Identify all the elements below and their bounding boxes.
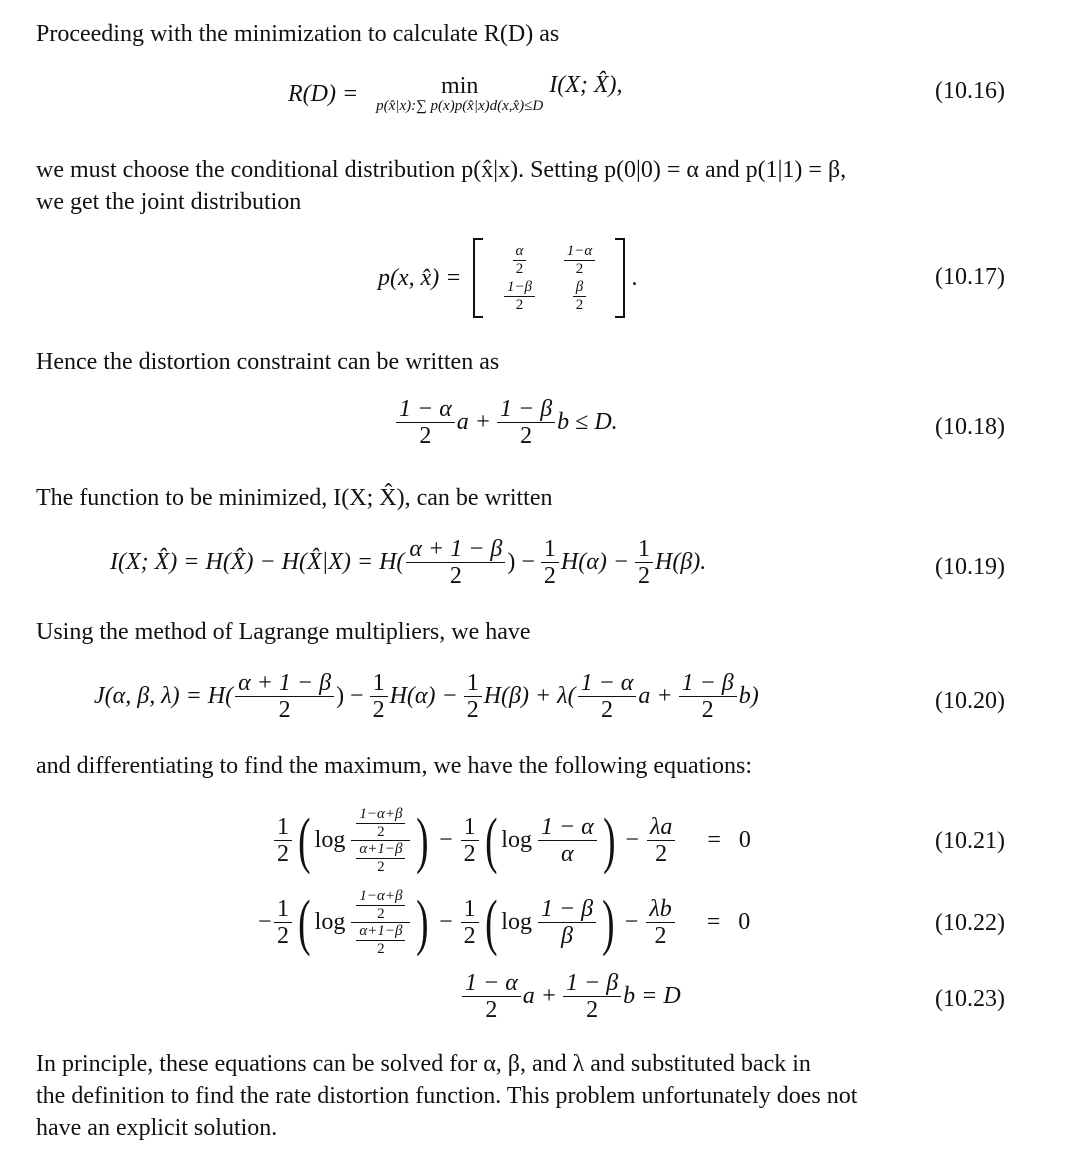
fraction-half: 12 bbox=[369, 670, 388, 724]
left-paren: ( bbox=[298, 806, 311, 875]
right-paren: ) bbox=[416, 888, 429, 957]
eq20-mid4: a + bbox=[638, 683, 673, 710]
eq20-mid1: ) − bbox=[336, 683, 364, 710]
equation-number-10-16: (10.16) bbox=[935, 78, 1005, 104]
eq19-mid1: ) − bbox=[507, 549, 535, 576]
eq19-mid2: H(α) − bbox=[560, 549, 630, 576]
fraction: 1 − αα bbox=[537, 814, 597, 868]
equation-10-22: − 12 ( log 1−α+β 2 α+1−β 2 ) − 12 ( log 1 … bbox=[258, 888, 750, 957]
paragraph-conclusion-line3: have an explicit solution. bbox=[36, 1115, 278, 1141]
eq16-subscript: p(x̂|x):∑ p(x)p(x̂|x)d(x,x̂)≤D bbox=[376, 98, 544, 114]
equation-number-10-18: (10.18) bbox=[935, 414, 1005, 440]
fraction-half: 12 bbox=[460, 814, 479, 868]
equals: = bbox=[707, 827, 721, 853]
paragraph-lagrange: Using the method of Lagrange multipliers… bbox=[36, 619, 531, 645]
eq17-period: . bbox=[631, 264, 638, 291]
paragraph-differentiating: and differentiating to find the maximum,… bbox=[36, 753, 753, 779]
fraction: 1 − ββ bbox=[537, 896, 597, 950]
fraction: 1 − β2 bbox=[678, 670, 737, 724]
fraction: 1 − β2 bbox=[563, 970, 622, 1024]
rhs-zero: 0 bbox=[738, 827, 751, 853]
minus: − bbox=[624, 909, 639, 935]
fraction: 1 − α2 bbox=[396, 396, 455, 450]
log-operator: log bbox=[501, 827, 532, 853]
equation-10-16: R(D) = min p(x̂|x):∑ p(x)p(x̂|x)d(x,x̂)≤… bbox=[288, 72, 623, 115]
fraction-half: 12 bbox=[540, 536, 559, 590]
equation-number-10-19: (10.19) bbox=[935, 554, 1005, 580]
log-operator: log bbox=[314, 827, 346, 853]
eq18-term2-var: b ≤ D. bbox=[557, 409, 618, 436]
paragraph-conditional-line1: we must choose the conditional distribut… bbox=[36, 157, 847, 183]
paragraph-distortion-constraint: Hence the distortion constraint can be w… bbox=[36, 349, 500, 375]
equation-number-10-23: (10.23) bbox=[935, 986, 1005, 1012]
paragraph-conclusion-line1: In principle, these equations can be sol… bbox=[36, 1051, 811, 1077]
equation-number-10-20: (10.20) bbox=[935, 688, 1005, 714]
eq23-term2-var: b = D bbox=[623, 983, 681, 1010]
eq20-lhs: J(α, β, λ) = H( bbox=[94, 683, 234, 710]
eq20-mid3: H(β) + λ( bbox=[483, 683, 576, 710]
fraction: 1 − α2 bbox=[577, 670, 637, 724]
equation-number-10-21: (10.21) bbox=[935, 828, 1005, 854]
paragraph-intro: Proceeding with the minimization to calc… bbox=[36, 21, 560, 47]
matrix-left-bracket bbox=[473, 238, 484, 318]
fraction: α + 1 − β2 bbox=[406, 536, 506, 590]
joint-distribution-matrix: α2 1−α 2 1−β 2 β2 bbox=[489, 243, 609, 313]
fraction-half: 12 bbox=[463, 670, 482, 724]
eq17-lhs: p(x, x̂) = bbox=[378, 264, 462, 291]
minus: − bbox=[439, 827, 453, 853]
eq20-end: b) bbox=[738, 683, 759, 710]
log-operator: log bbox=[501, 909, 532, 935]
equation-10-19: I(X; X̂) = H(X̂) − H(X̂|X) = H( α + 1 − … bbox=[110, 536, 706, 590]
eq19-end: H(β). bbox=[655, 549, 707, 576]
left-paren: ( bbox=[298, 888, 311, 957]
equation-10-17: p(x, x̂) = α2 1−α 2 1−β 2 β2 . bbox=[378, 238, 637, 318]
fraction-half: 12 bbox=[274, 896, 292, 950]
minus: − bbox=[439, 909, 453, 935]
left-paren: ( bbox=[484, 888, 498, 957]
eq19-lhs: I(X; X̂) = H(X̂) − H(X̂|X) = H( bbox=[110, 549, 405, 576]
fraction-half: 12 bbox=[460, 896, 479, 950]
paragraph-conditional-line2: we get the joint distribution bbox=[36, 189, 302, 215]
left-paren: ( bbox=[484, 806, 498, 875]
paragraph-function-minimized: The function to be minimized, I(X; X̂), … bbox=[36, 485, 553, 511]
equation-10-21: 12 ( log 1−α+β 2 α+1−β 2 ) − 12 ( log 1 − … bbox=[258, 806, 751, 875]
right-paren: ) bbox=[602, 806, 616, 875]
nested-fraction: 1−α+β 2 α+1−β 2 bbox=[351, 806, 411, 875]
equation-number-10-22: (10.22) bbox=[935, 910, 1005, 936]
fraction-half: 12 bbox=[274, 814, 292, 868]
matrix-right-bracket bbox=[615, 238, 626, 318]
fraction: λa 2 bbox=[646, 814, 676, 868]
equation-10-18: 1 − α2 a + 1 − β2 b ≤ D. bbox=[394, 396, 618, 450]
equation-10-20: J(α, β, λ) = H( α + 1 − β2 ) − 12 H(α) −… bbox=[94, 670, 759, 724]
matrix-cell: α2 bbox=[512, 243, 527, 277]
minus: − bbox=[625, 827, 639, 853]
matrix-cell: 1−β 2 bbox=[503, 279, 536, 313]
fraction: α + 1 − β2 bbox=[235, 670, 335, 724]
fraction-half: 12 bbox=[635, 536, 654, 590]
fraction: 1 − β2 bbox=[497, 396, 556, 450]
eq22-sign: − bbox=[258, 909, 272, 935]
right-paren: ) bbox=[602, 888, 615, 957]
paragraph-conclusion-line2: the definition to find the rate distorti… bbox=[36, 1083, 858, 1109]
nested-fraction: 1−α+β 2 α+1−β 2 bbox=[351, 888, 411, 957]
eq23-term1-var: a + bbox=[522, 983, 557, 1010]
matrix-cell: 1−α 2 bbox=[563, 243, 596, 277]
equation-10-23: 1 − α2 a + 1 − β2 b = D bbox=[460, 970, 681, 1024]
eq16-lhs: R(D) = bbox=[288, 81, 359, 107]
log-operator: log bbox=[314, 909, 346, 935]
fraction: λb 2 bbox=[646, 896, 675, 950]
eq18-term1-var: a + bbox=[456, 409, 491, 436]
matrix-cell: β2 bbox=[572, 279, 587, 313]
equation-number-10-17: (10.17) bbox=[935, 264, 1005, 290]
eq16-rhs: I(X; X̂), bbox=[549, 72, 623, 98]
fraction: 1 − α2 bbox=[462, 970, 521, 1024]
eq20-mid2: H(α) − bbox=[389, 683, 458, 710]
eq16-min: min bbox=[441, 73, 479, 99]
rhs-zero: 0 bbox=[738, 909, 751, 935]
equals: = bbox=[706, 909, 721, 935]
right-paren: ) bbox=[416, 806, 429, 875]
